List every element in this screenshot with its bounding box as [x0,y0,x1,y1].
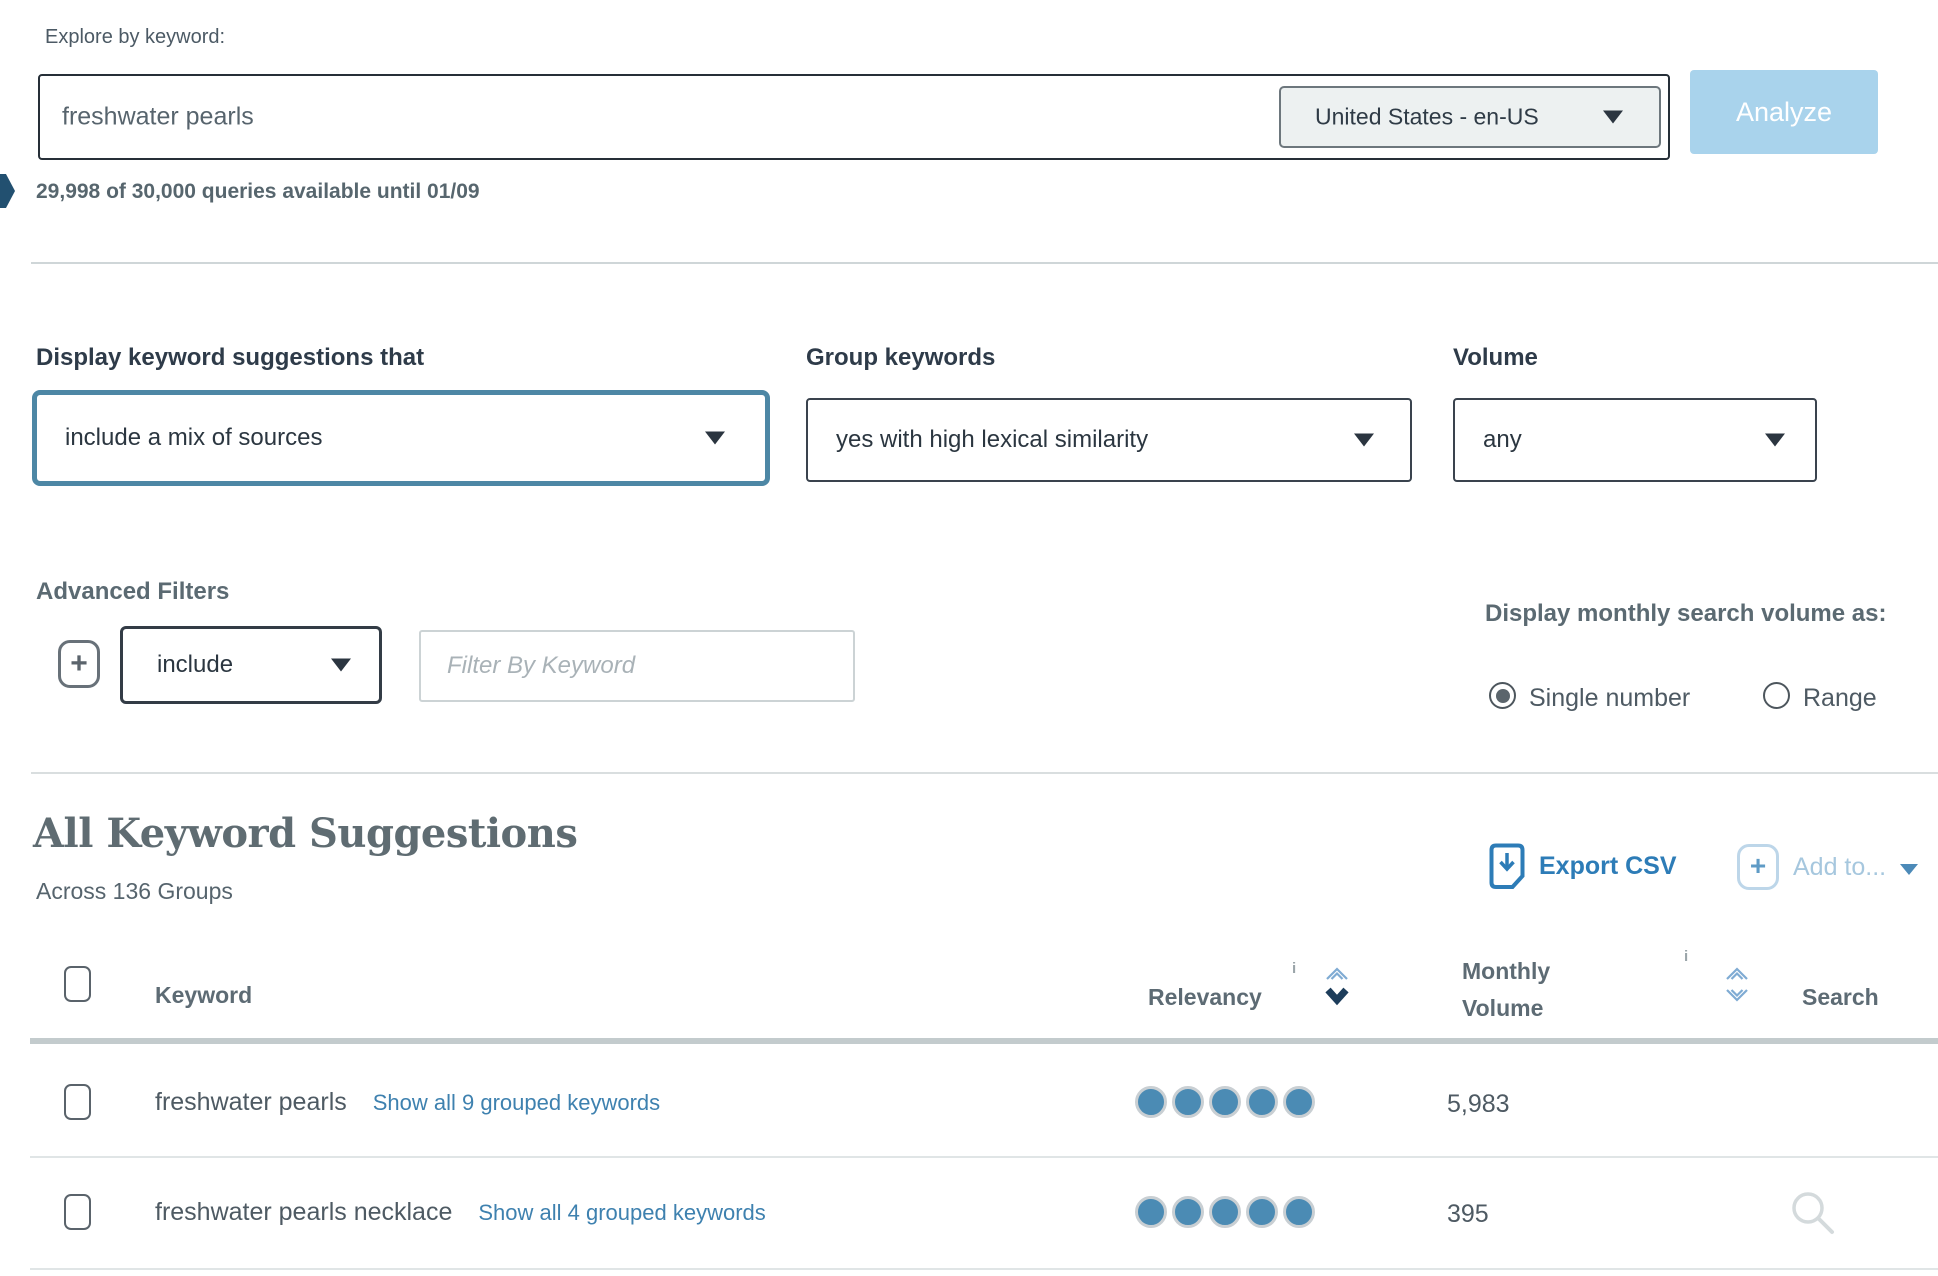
relevancy-dot [1209,1196,1241,1228]
radio-single-number-label: Single number [1529,684,1690,713]
keyword-explorer-page: Explore by keyword: United States - en-U… [0,0,1938,1276]
locale-selected-value: United States - en-US [1315,104,1539,131]
chevron-down-icon [331,659,351,672]
filter-by-keyword-input[interactable] [419,630,855,702]
chevron-down-icon [1765,434,1785,447]
monthly-volume-cell: 5,983 [1447,1090,1510,1119]
chevron-down-icon [1900,864,1918,875]
relevancy-info-icon[interactable]: i [1292,960,1296,977]
row-divider [30,1156,1938,1158]
section-divider [31,262,1938,264]
explore-by-keyword-label: Explore by keyword: [45,26,225,49]
filter-operator-value: include [157,651,233,679]
volume-value: any [1483,426,1522,454]
chevron-down-icon [1603,111,1623,124]
advanced-filters-label: Advanced Filters [36,578,229,606]
plus-icon: + [1737,844,1779,890]
page-title: All Keyword Suggestions [33,810,577,857]
suggestions-filter-label: Display keyword suggestions that [36,344,424,372]
locale-select[interactable]: United States - en-US [1279,86,1661,148]
add-to-button[interactable]: + Add to... [1737,844,1918,890]
filter-operator-select[interactable]: include [120,626,382,704]
relevancy-dot [1209,1086,1241,1118]
relevancy-dots [1135,1086,1315,1118]
keyword-search-input[interactable] [62,103,1212,132]
column-header-relevancy: Relevancy [1148,984,1262,1011]
column-header-monthly-volume-line2: Volume [1462,995,1543,1022]
show-grouped-keywords-link[interactable]: Show all 4 grouped keywords [478,1200,765,1226]
add-to-label: Add to... [1793,853,1886,882]
monthly-volume-sort-control[interactable] [1722,964,1752,1012]
chevron-down-icon [705,432,725,445]
row-checkbox[interactable] [64,1194,91,1230]
relevancy-dot [1283,1196,1315,1228]
chevron-down-icon [1354,434,1374,447]
volume-label: Volume [1453,344,1538,372]
row-checkbox[interactable] [64,1084,91,1120]
relevancy-dot [1172,1196,1204,1228]
radio-single-number[interactable] [1489,682,1516,709]
volume-select[interactable]: any [1453,398,1817,482]
column-header-keyword: Keyword [155,982,252,1009]
group-keywords-value: yes with high lexical similarity [836,426,1148,454]
suggestions-source-select[interactable]: include a mix of sources [32,390,770,486]
groups-count-subtitle: Across 136 Groups [36,878,233,905]
select-all-checkbox[interactable] [64,966,91,1002]
column-header-search: Search [1802,984,1879,1011]
row-divider [30,1268,1938,1270]
export-csv-button[interactable]: Export CSV [1489,843,1677,890]
monthly-volume-cell: 395 [1447,1200,1489,1229]
relevancy-sort-control[interactable] [1322,964,1352,1012]
group-keywords-select[interactable]: yes with high lexical similarity [806,398,1412,482]
relevancy-dots [1135,1196,1315,1228]
relevancy-dot [1283,1086,1315,1118]
monthly-volume-info-icon[interactable]: i [1684,948,1688,965]
add-filter-button[interactable]: + [58,640,100,688]
search-keyword-icon[interactable] [1786,1186,1844,1244]
group-keywords-label: Group keywords [806,344,995,372]
keyword-search-box: United States - en-US [38,74,1670,160]
show-grouped-keywords-link[interactable]: Show all 9 grouped keywords [373,1090,660,1116]
quota-arrow-icon [0,174,15,208]
relevancy-dot [1172,1086,1204,1118]
keyword-cell: freshwater pearls [155,1088,347,1117]
volume-display-label: Display monthly search volume as: [1485,600,1886,628]
relevancy-dot [1246,1196,1278,1228]
analyze-button[interactable]: Analyze [1690,70,1878,154]
section-divider [31,772,1938,774]
radio-range-label: Range [1803,684,1877,713]
keyword-cell: freshwater pearls necklace [155,1198,452,1227]
suggestions-source-value: include a mix of sources [65,424,322,452]
relevancy-dot [1135,1086,1167,1118]
relevancy-dot [1246,1086,1278,1118]
quota-text: 29,998 of 30,000 queries available until… [36,180,480,204]
download-document-icon [1489,843,1525,890]
radio-range[interactable] [1763,682,1790,709]
column-header-monthly-volume-line1: Monthly [1462,958,1550,985]
table-header-border [30,1038,1938,1044]
relevancy-dot [1135,1196,1167,1228]
export-csv-label: Export CSV [1539,852,1677,881]
